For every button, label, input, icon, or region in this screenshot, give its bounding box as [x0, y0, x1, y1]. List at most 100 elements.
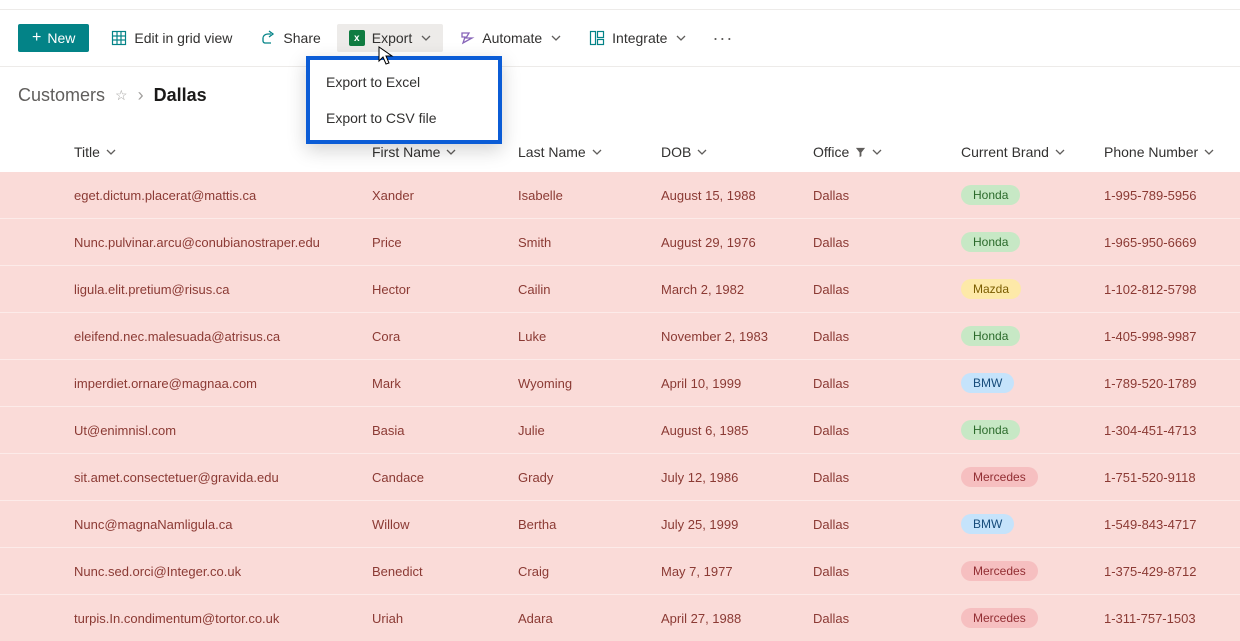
cell-title[interactable]: Ut@enimnisl.com [74, 423, 372, 438]
list-view: Title First Name Last Name DOB Office Cu… [0, 110, 1240, 641]
edit-in-grid-button[interactable]: Edit in grid view [99, 24, 244, 52]
cell-last-name: Wyoming [518, 376, 661, 391]
cell-phone: 1-405-998-9987 [1104, 329, 1240, 344]
header-office-label: Office [813, 144, 849, 160]
breadcrumb-root[interactable]: Customers [18, 85, 105, 106]
cell-title[interactable]: Nunc.pulvinar.arcu@conubianostraper.edu [74, 235, 372, 250]
brand-pill: Honda [961, 232, 1020, 252]
brand-pill: Mercedes [961, 608, 1038, 628]
cell-first-name: Willow [372, 517, 518, 532]
cell-title[interactable]: sit.amet.consectetuer@gravida.edu [74, 470, 372, 485]
cell-brand: Honda [961, 326, 1104, 346]
table-row[interactable]: turpis.In.condimentum@tortor.co.ukUriah A… [0, 594, 1240, 641]
export-dropdown: Export to Excel Export to CSV file [306, 56, 502, 144]
table-row[interactable]: Nunc.sed.orci@Integer.co.ukBenedictCraig… [0, 547, 1240, 594]
header-dob-label: DOB [661, 144, 691, 160]
header-first-name[interactable]: First Name [372, 144, 518, 160]
cell-title[interactable]: eget.dictum.placerat@mattis.ca [74, 188, 372, 203]
cell-dob: August 29, 1976 [661, 235, 813, 250]
cell-office: Dallas [813, 611, 961, 626]
cell-office: Dallas [813, 188, 961, 203]
header-title[interactable]: Title [74, 144, 372, 160]
cell-office: Dallas [813, 470, 961, 485]
header-phone[interactable]: Phone Number [1104, 144, 1240, 160]
cell-first-name: Hector [372, 282, 518, 297]
cell-title[interactable]: imperdiet.ornare@magnaa.com [74, 376, 372, 391]
export-button[interactable]: x Export [337, 24, 443, 52]
cell-title[interactable]: eleifend.nec.malesuada@atrisus.ca [74, 329, 372, 344]
chevron-down-icon [106, 147, 116, 157]
column-headers: Title First Name Last Name DOB Office Cu… [0, 134, 1240, 172]
brand-pill: Honda [961, 185, 1020, 205]
chevron-down-icon [421, 33, 431, 43]
cell-title[interactable]: turpis.In.condimentum@tortor.co.uk [74, 611, 372, 626]
header-last-name[interactable]: Last Name [518, 144, 661, 160]
automate-button[interactable]: Automate [447, 24, 573, 52]
command-bar: + New Edit in grid view Share x Export A… [0, 10, 1240, 67]
favorite-icon[interactable]: ☆ [115, 87, 128, 104]
share-label: Share [283, 30, 320, 46]
cell-last-name: Grady [518, 470, 661, 485]
cell-phone: 1-549-843-4717 [1104, 517, 1240, 532]
cell-title[interactable]: ligula.elit.pretium@risus.ca [74, 282, 372, 297]
edit-in-grid-label: Edit in grid view [134, 30, 232, 46]
header-office[interactable]: Office [813, 144, 961, 160]
cell-brand: BMW [961, 514, 1104, 534]
header-brand[interactable]: Current Brand [961, 144, 1104, 160]
header-title-label: Title [74, 144, 100, 160]
cell-phone: 1-751-520-9118 [1104, 470, 1240, 485]
chevron-down-icon [676, 33, 686, 43]
table-row[interactable]: Ut@enimnisl.comBasiaJulieAugust 6, 1985D… [0, 406, 1240, 453]
integrate-button[interactable]: Integrate [577, 24, 698, 52]
cell-phone: 1-995-789-5956 [1104, 188, 1240, 203]
cell-dob: May 7, 1977 [661, 564, 813, 579]
table-row[interactable]: Nunc.pulvinar.arcu@conubianostraper.eduP… [0, 218, 1240, 265]
cell-first-name: Price [372, 235, 518, 250]
automate-label: Automate [482, 30, 542, 46]
cell-last-name: Luke [518, 329, 661, 344]
cell-first-name: Basia [372, 423, 518, 438]
cell-phone: 1-965-950-6669 [1104, 235, 1240, 250]
chevron-down-icon [697, 147, 707, 157]
cell-phone: 1-102-812-5798 [1104, 282, 1240, 297]
table-row[interactable]: imperdiet.ornare@magnaa.comMarkWyomingAp… [0, 359, 1240, 406]
flow-icon [459, 30, 475, 46]
chevron-down-icon [1204, 147, 1214, 157]
cell-dob: April 27, 1988 [661, 611, 813, 626]
breadcrumb: Customers ☆ › Dallas [0, 67, 1240, 110]
cell-first-name: Benedict [372, 564, 518, 579]
table-row[interactable]: eleifend.nec.malesuada@atrisus.caCoraLuk… [0, 312, 1240, 359]
cell-last-name: Bertha [518, 517, 661, 532]
cell-title[interactable]: Nunc.sed.orci@Integer.co.uk [74, 564, 372, 579]
cell-brand: Honda [961, 420, 1104, 440]
export-to-excel-item[interactable]: Export to Excel [310, 64, 498, 100]
table-row[interactable]: Nunc@magnaNamligula.caWillowBerthaJuly 2… [0, 500, 1240, 547]
grid-icon [111, 30, 127, 46]
cell-office: Dallas [813, 376, 961, 391]
header-dob[interactable]: DOB [661, 144, 813, 160]
cell-office: Dallas [813, 329, 961, 344]
integrate-icon [589, 30, 605, 46]
table-row[interactable]: ligula.elit.pretium@risus.caHectorCailin… [0, 265, 1240, 312]
cell-title[interactable]: Nunc@magnaNamligula.ca [74, 517, 372, 532]
share-icon [260, 30, 276, 46]
cell-brand: Mercedes [961, 467, 1104, 487]
share-button[interactable]: Share [248, 24, 332, 52]
brand-pill: Honda [961, 326, 1020, 346]
cell-brand: BMW [961, 373, 1104, 393]
cell-phone: 1-311-757-1503 [1104, 611, 1240, 626]
export-to-csv-item[interactable]: Export to CSV file [310, 100, 498, 136]
table-row[interactable]: sit.amet.consectetuer@gravida.eduCandace… [0, 453, 1240, 500]
header-phone-label: Phone Number [1104, 144, 1198, 160]
cell-dob: March 2, 1982 [661, 282, 813, 297]
cell-first-name: Uriah [372, 611, 518, 626]
table-row[interactable]: eget.dictum.placerat@mattis.caXanderIsab… [0, 172, 1240, 218]
cell-brand: Mercedes [961, 561, 1104, 581]
more-actions-button[interactable]: ··· [702, 28, 743, 49]
cell-first-name: Cora [372, 329, 518, 344]
cell-brand: Honda [961, 232, 1104, 252]
cell-last-name: Julie [518, 423, 661, 438]
chevron-down-icon [872, 147, 882, 157]
export-label: Export [372, 30, 412, 46]
new-button[interactable]: + New [18, 24, 89, 52]
